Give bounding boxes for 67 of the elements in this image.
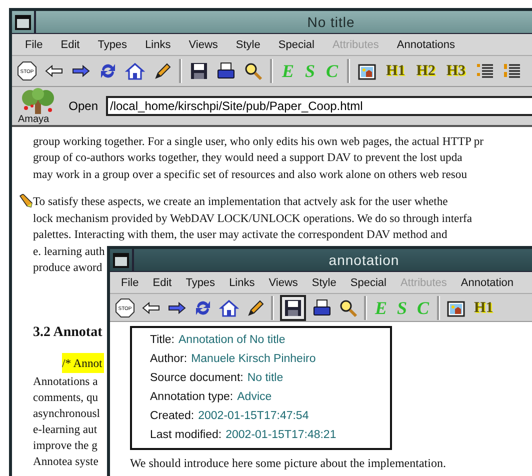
text-line: improve the g [33,439,98,454]
heading-button[interactable]: H1 [472,298,496,318]
text-line: group of co-authors works together, they would need a support DAV to prevent the lost upda [33,151,462,164]
text-line: e. learning auth [33,244,105,258]
menu-item[interactable]: Edit [146,276,179,288]
field-value[interactable]: No title [247,372,284,384]
window-title: No title [306,14,356,30]
menu-item[interactable]: Types [178,276,222,288]
field-value[interactable]: 2002-01-15T17:47:54 [198,410,309,422]
highlighted-text: /* Annot [62,353,104,373]
text-line: asynchronousl [33,407,100,422]
field-value[interactable]: Manuele Kirsch Pinheiro [191,352,316,364]
bulleted-list-icon[interactable] [474,61,495,81]
menu-item[interactable]: Edit [52,38,89,50]
url-field[interactable]: /local_home/kirschpi/Site/pub/Paper_Coop.html [106,96,532,116]
text-line: produce aword [33,261,102,274]
heading-button[interactable]: H3 [444,61,468,81]
menu-item[interactable]: Views [180,38,227,50]
field-value[interactable]: Advice [237,390,272,402]
menu-item[interactable]: Style [226,38,270,50]
text-line: comments, qu [33,391,98,406]
text-line: Annotations a [33,375,98,390]
pencil-icon[interactable] [19,194,33,208]
menu-item[interactable]: Special [269,38,324,50]
pencil-icon[interactable] [152,61,172,81]
open-label: Open [68,99,98,113]
text-line: lock mechanism provided by WebDAV LOCK/UNLOCK operations. We do so through interfa [33,212,472,224]
home-icon[interactable] [125,61,145,81]
field-label: Source document: [150,372,244,384]
field-label: Author: [150,352,188,364]
printer-icon[interactable] [312,298,332,318]
text-line: may work in a group over a specific set of resources and also work alone on others web resou [33,168,467,180]
text-line: palettes. Interacting with them, the user may activate the correspondent DAV method and [33,228,448,241]
menu-item[interactable]: Special [343,276,394,288]
heading-button[interactable]: H2 [414,61,438,81]
section-heading: 3.2 Annotat [33,325,102,341]
menu-item[interactable]: File [114,276,146,288]
field-label: Title: [150,334,174,346]
text-line: Annotea syste [33,455,98,470]
window-title: annotation [328,252,400,268]
field-label: Last modified: [150,428,222,440]
heading-button[interactable]: H1 [384,61,408,81]
field-label: Annotation type: [150,390,234,402]
menu-item[interactable]: File [16,38,52,50]
window-menu-button[interactable] [110,249,134,271]
body-text: We should introduce here some picture about the implementation. [130,456,446,470]
menu-item[interactable]: Annotation [454,276,521,288]
menu-item[interactable]: Views [262,276,305,288]
menu-item[interactable]: Style [304,276,344,288]
text-line: group working together. For a single user, who only edits his own web pages, the actual HTTP pr [33,134,484,148]
field-value[interactable]: 2002-01-15T17:48:21 [226,428,336,440]
menu-item[interactable]: Links [136,38,180,50]
magnifier-icon[interactable] [243,61,263,81]
field-label: Created: [150,410,194,422]
menu-item[interactable]: Links [222,276,262,288]
printer-icon[interactable] [216,61,236,81]
home-icon[interactable] [219,298,239,318]
logo-text: Amaya [18,114,50,124]
text-line: To satisfy these aspects, we create an implementation that actvely ask for the user whethe [33,195,448,208]
pencil-icon[interactable] [245,298,265,318]
numbered-list-icon[interactable] [502,61,522,81]
text-line: e-learning aut [33,423,98,438]
menu-item[interactable]: Types [88,38,136,50]
field-value[interactable]: Annotation of No title [178,334,286,346]
menu-item[interactable]: Annotations [388,38,464,50]
magnifier-icon[interactable] [338,298,358,318]
window-menu-button[interactable] [12,11,36,33]
